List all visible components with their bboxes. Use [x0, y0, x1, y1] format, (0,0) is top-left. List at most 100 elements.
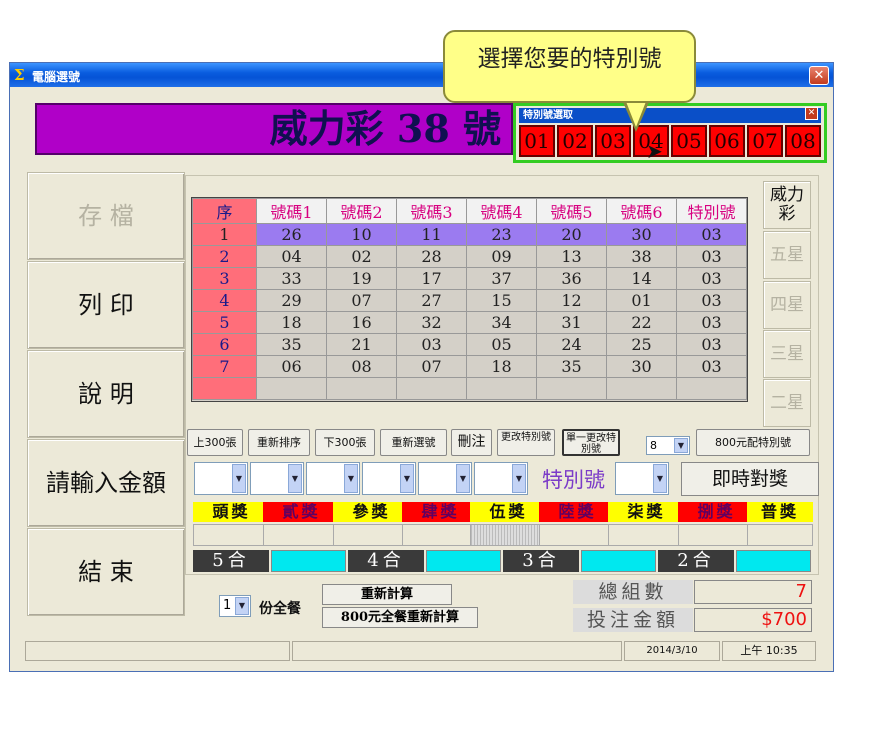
table-cell[interactable]: 01 — [606, 289, 677, 312]
type-button-3-star[interactable]: 三星 — [763, 330, 811, 378]
change-special-button[interactable]: 更改特別號 — [497, 429, 555, 456]
table-cell[interactable]: 03 — [676, 355, 747, 378]
table-cell[interactable]: 02 — [326, 245, 397, 268]
prev-300-button[interactable]: 上300張 — [187, 429, 243, 456]
table-cell[interactable] — [536, 377, 607, 400]
table-cell[interactable]: 33 — [256, 267, 327, 290]
number-select[interactable]: ▼ — [362, 462, 416, 495]
picker-close-icon[interactable]: ✕ — [805, 107, 818, 120]
table-cell[interactable]: 18 — [256, 311, 327, 334]
table-cell[interactable]: 14 — [606, 267, 677, 290]
delete-bet-button[interactable]: 刪注 — [451, 429, 492, 456]
table-cell[interactable]: 27 — [396, 289, 467, 312]
table-row[interactable]: 5 18 16 32 34 31 22 03 — [192, 311, 747, 334]
special-number-button[interactable]: 07 — [747, 125, 783, 157]
table-row[interactable] — [192, 377, 747, 400]
chevron-down-icon[interactable]: ▼ — [400, 464, 414, 493]
table-cell[interactable] — [466, 377, 537, 400]
portion-dropdown[interactable]: 1 ▼ — [219, 595, 251, 617]
table-cell[interactable]: 37 — [466, 267, 537, 290]
table-cell[interactable]: 19 — [326, 267, 397, 290]
chevron-down-icon[interactable]: ▼ — [456, 464, 470, 493]
number-select[interactable]: ▼ — [474, 462, 528, 495]
chevron-down-icon[interactable]: ▼ — [235, 597, 249, 615]
number-select[interactable]: ▼ — [306, 462, 360, 495]
table-cell[interactable]: 32 — [396, 311, 467, 334]
assign-800-special-button[interactable]: 800元配特別號 — [696, 429, 810, 456]
table-cell[interactable]: 04 — [256, 245, 327, 268]
recalculate-button[interactable]: 重新計算 — [322, 584, 452, 605]
recalculate-800-button[interactable]: 800元全餐重新計算 — [322, 607, 478, 628]
chevron-down-icon[interactable]: ▼ — [653, 464, 667, 493]
chevron-down-icon[interactable]: ▼ — [674, 438, 688, 453]
table-cell[interactable]: 35 — [256, 333, 327, 356]
table-cell[interactable]: 36 — [536, 267, 607, 290]
special-number-button[interactable]: 05 — [671, 125, 707, 157]
table-cell[interactable]: 26 — [256, 223, 327, 246]
table-cell[interactable]: 03 — [676, 223, 747, 246]
exit-button[interactable]: 結 束 — [27, 528, 185, 616]
number-select[interactable]: ▼ — [250, 462, 304, 495]
table-row[interactable]: 2 04 02 28 09 13 38 03 — [192, 245, 747, 268]
table-cell[interactable]: 30 — [606, 223, 677, 246]
special-number-button[interactable]: 02 — [557, 125, 593, 157]
special-number-button[interactable]: 06 — [709, 125, 745, 157]
table-cell[interactable]: 28 — [396, 245, 467, 268]
table-cell[interactable]: 07 — [396, 355, 467, 378]
table-cell[interactable] — [606, 377, 677, 400]
table-row[interactable]: 6 35 21 03 05 24 25 03 — [192, 333, 747, 356]
table-row[interactable]: 1 26 10 11 23 20 30 03 — [192, 223, 747, 246]
table-row[interactable]: 7 06 08 07 18 35 30 03 — [192, 355, 747, 378]
special-number-select[interactable]: ▼ — [615, 462, 669, 495]
title-bar[interactable]: Σ 電腦選號 ✕ — [10, 63, 833, 87]
print-button[interactable]: 列 印 — [27, 261, 185, 349]
next-300-button[interactable]: 下300張 — [315, 429, 375, 456]
table-cell[interactable]: 11 — [396, 223, 467, 246]
table-cell[interactable]: 30 — [606, 355, 677, 378]
chevron-down-icon[interactable]: ▼ — [512, 464, 526, 493]
table-cell[interactable]: 18 — [466, 355, 537, 378]
table-cell[interactable]: 03 — [676, 289, 747, 312]
table-cell[interactable]: 35 — [536, 355, 607, 378]
chevron-down-icon[interactable]: ▼ — [288, 464, 302, 493]
table-cell[interactable]: 10 — [326, 223, 397, 246]
table-cell[interactable] — [396, 377, 467, 400]
table-cell[interactable] — [326, 377, 397, 400]
table-cell[interactable]: 16 — [326, 311, 397, 334]
type-button-powerball[interactable]: 威力彩 — [763, 181, 811, 229]
table-cell[interactable]: 12 — [536, 289, 607, 312]
table-cell[interactable]: 03 — [396, 333, 467, 356]
table-cell[interactable]: 24 — [536, 333, 607, 356]
table-row[interactable]: 4 29 07 27 15 12 01 03 — [192, 289, 747, 312]
table-cell[interactable]: 23 — [466, 223, 537, 246]
close-icon[interactable]: ✕ — [809, 66, 829, 85]
table-cell[interactable]: 15 — [466, 289, 537, 312]
table-cell[interactable]: 22 — [606, 311, 677, 334]
type-button-2-star[interactable]: 二星 — [763, 379, 811, 427]
reselect-button[interactable]: 重新選號 — [380, 429, 447, 456]
table-cell[interactable] — [676, 377, 747, 400]
table-cell[interactable]: 03 — [676, 311, 747, 334]
table-cell[interactable]: 21 — [326, 333, 397, 356]
table-cell[interactable]: 34 — [466, 311, 537, 334]
table-cell[interactable]: 08 — [326, 355, 397, 378]
table-cell[interactable]: 31 — [536, 311, 607, 334]
save-button[interactable]: 存 檔 — [27, 172, 185, 260]
single-change-special-button[interactable]: 單一更改特別號 — [562, 429, 620, 456]
special-number-button[interactable]: 08 — [785, 125, 821, 157]
resort-button[interactable]: 重新排序 — [248, 429, 310, 456]
table-cell[interactable]: 38 — [606, 245, 677, 268]
table-cell[interactable]: 20 — [536, 223, 607, 246]
number-select[interactable]: ▼ — [194, 462, 248, 495]
instant-check-button[interactable]: 即時對獎 — [681, 462, 819, 496]
special-number-button[interactable]: 01 — [519, 125, 555, 157]
table-row[interactable]: 3 33 19 17 37 36 14 03 — [192, 267, 747, 290]
number-select[interactable]: ▼ — [418, 462, 472, 495]
chevron-down-icon[interactable]: ▼ — [232, 464, 246, 493]
table-cell[interactable]: 03 — [676, 333, 747, 356]
table-cell[interactable] — [256, 377, 327, 400]
table-cell[interactable]: 07 — [326, 289, 397, 312]
type-button-5-star[interactable]: 五星 — [763, 231, 811, 279]
chevron-down-icon[interactable]: ▼ — [344, 464, 358, 493]
table-cell[interactable]: 25 — [606, 333, 677, 356]
